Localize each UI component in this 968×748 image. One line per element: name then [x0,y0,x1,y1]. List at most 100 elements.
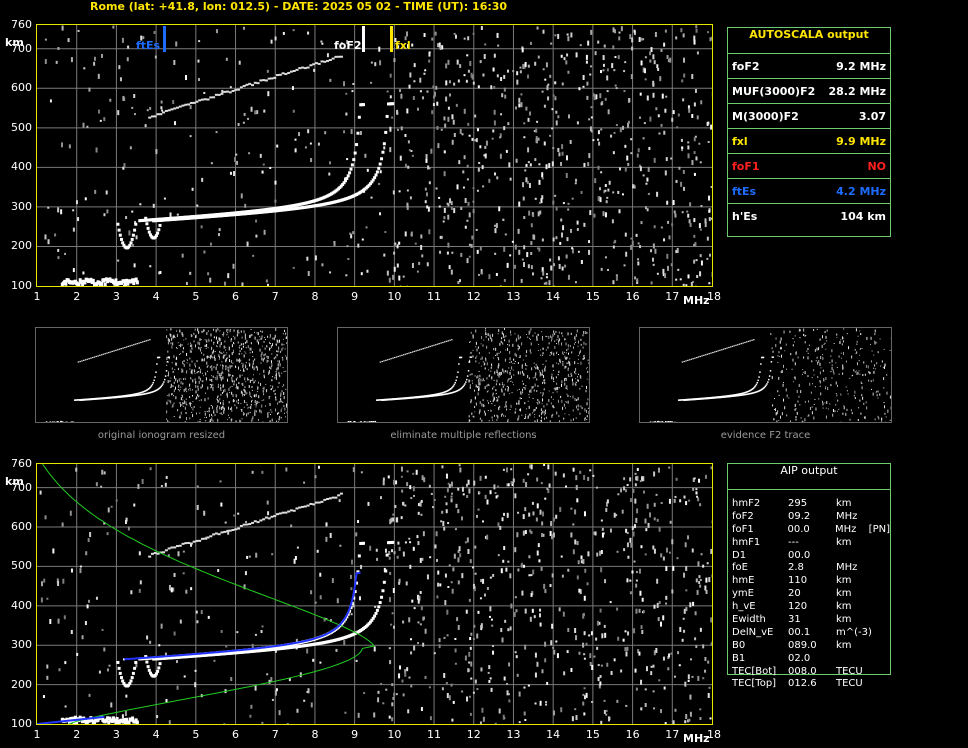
aip-row: TEC[Top] 012.6 TECU [728,678,890,691]
y-tick-label: 600 [11,81,32,95]
autoscala-row: M(3000)F2 3.07 [728,103,890,128]
aip-row: foE 2.8 MHz [728,562,890,575]
x-tick-label: 17 [665,728,680,741]
aip-u: TECU [836,665,863,677]
x-tick-label: 3 [112,728,120,741]
aip-row: hmE 110 km [728,575,890,588]
thumb-eliminate-multiple[interactable] [337,327,590,423]
autoscala-value: 3.07 [858,109,886,123]
aip-u: km [836,614,852,626]
thumb-eliminate-multiple-caption: eliminate multiple reflections [390,430,537,441]
x-tick-label: 14 [546,290,561,303]
aip-k: hmE [732,575,755,587]
autoscala-key: ftEs [732,184,757,198]
aip-v: 295 [788,498,808,509]
x-tick-label: 13 [506,290,521,303]
aip-v: 00.1 [788,626,811,638]
aip-k: hmF2 [732,498,761,509]
aip-row: foF2 09.2 MHz [728,511,890,524]
aip-u: m^(-3) [836,626,872,638]
x-tick-label: 10 [387,290,402,303]
aip-row: TEC[Bot] 008.0 TECU [728,666,890,679]
y-unit-label: km [5,36,24,49]
autoscala-row: MUF(3000)F2 28.2 MHz [728,78,890,103]
thumb-content [346,328,589,422]
aip-u: km [836,601,852,613]
thumb-original[interactable] [35,327,288,423]
aip-k: B0 [732,639,746,651]
aip-row: B1 02.0 [728,653,890,666]
thumb-content [648,328,891,422]
aip-u: km [836,639,852,651]
ftEs-marker [163,26,166,52]
fxl-marker-label: fxl [395,39,411,52]
aip-k: DelN_vE [732,626,774,638]
ionogram-plot-bottom[interactable] [36,463,713,725]
aip-v: 31 [788,614,801,626]
aip-u: MHz [836,510,858,522]
aip-v: 012.6 [788,678,817,690]
autoscala-value: 28.2 MHz [828,84,886,98]
aip-u: MHz [836,562,858,574]
ionogram-plot-top[interactable] [36,24,713,287]
x-tick-label: 1 [33,728,41,741]
autoscala-row: h'Es 104 km [728,203,890,228]
autoscala-value: 9.9 MHz [836,134,886,148]
x-tick-label: 13 [506,728,521,741]
aip-row: Ewidth 31 km [728,614,890,627]
autoscala-title: AUTOSCALA output [749,28,869,41]
x-tick-label: 8 [311,290,319,303]
x-tick-label: 6 [232,728,240,741]
aip-k: h_vE [732,601,756,613]
aip-u: km [836,536,852,548]
aip-v: 120 [788,601,808,613]
aip-v: 02.0 [788,652,811,664]
autoscala-row: foF2 9.2 MHz [728,53,890,78]
autoscala-value: NO [867,159,886,173]
aip-v: 09.2 [788,510,811,522]
aip-v: 110 [788,575,808,587]
x-tick-label: 8 [311,728,319,741]
autoscala-row: fxl 9.9 MHz [728,128,890,153]
autoscala-value: 104 km [840,209,886,223]
y-tick-label: 500 [11,120,32,134]
aip-u: km [836,575,852,587]
x-tick-label: 17 [665,290,680,303]
aip-k: ymE [732,588,754,600]
autoscala-key: h'Es [732,209,758,223]
autoscala-value: 4.2 MHz [836,184,886,198]
x-tick-label: 7 [271,728,279,741]
aip-v: 089.0 [788,639,817,651]
aip-row: B0 089.0 km [728,640,890,653]
aip-v: 2.8 [788,562,804,574]
x-tick-label: 9 [351,728,359,741]
y-tick-label: 100 [11,717,32,730]
aip-u: km [836,588,852,600]
f2-trace [60,55,395,286]
x-tick-label: 2 [73,290,81,303]
y-tick-label: 200 [11,677,32,691]
thumb-evidence-f2-caption: evidence F2 trace [720,430,811,441]
aip-title: AIP output [728,464,890,490]
aip-k: foE [732,562,748,574]
autoscala-row: ftEs 4.2 MHz [728,178,890,203]
thumb-evidence-f2[interactable] [639,327,892,423]
autoscala-key: MUF(3000)F2 [732,84,816,98]
autoscala-row: foF1 NO [728,153,890,178]
x-tick-label: 12 [466,728,481,741]
autoscala-value: 9.2 MHz [836,59,886,73]
x-tick-label: 11 [427,728,442,741]
aip-k: hmF1 [732,536,761,548]
aip-u: km [836,498,852,509]
y-tick-label: 760 [11,457,32,470]
aip-k: TEC[Bot] [732,665,777,677]
y-tick-label: 500 [11,559,32,573]
aip-row: DelN_vE 00.1 m^(-3) [728,627,890,640]
aip-k: B1 [732,652,746,664]
autoscala-key: foF1 [732,159,760,173]
x-tick-label: 12 [466,290,481,303]
x-tick-label: 5 [192,290,200,303]
aip-row: foF1 00.0 MHz [PN] [728,524,890,537]
aip-x: [PN] [868,523,890,535]
x-tick-label: 9 [351,290,359,303]
